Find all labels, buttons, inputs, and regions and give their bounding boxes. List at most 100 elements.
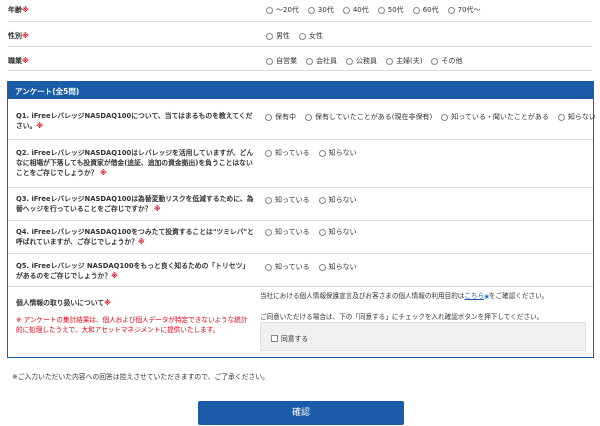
radio-option[interactable]: 知っている [265,195,310,205]
radio-button[interactable] [377,6,385,14]
confirm-button[interactable]: 確認 [198,401,404,425]
question-text: Q2. iFreeレバレッジNASDAQ100はレバレッジを活用していますが、ど… [16,149,254,177]
radio-button[interactable] [447,6,455,14]
radio-button[interactable] [266,57,273,65]
question-row-1: Q1. iFreeレバレッジNASDAQ100について、当てはまるものを教えてく… [8,105,596,140]
radio-button[interactable] [318,228,326,236]
radio-button[interactable] [265,228,272,236]
radio-button[interactable] [346,57,353,65]
radio-button[interactable] [386,57,393,65]
radio-label: 公務員 [356,57,377,65]
radio-label: 30代 [317,6,334,14]
radio-option[interactable]: その他 [431,56,462,66]
radio-option[interactable]: 知っている [265,227,310,237]
radio-label: 自営業 [276,57,297,65]
radio-label: その他 [441,57,463,65]
privacy-info: 当社における個人情報保護宣言及びお客さまの個人情報の利用目的はこちら▣をご確認く… [260,292,590,322]
radio-button[interactable] [305,113,312,121]
agree-checkbox[interactable] [271,334,278,342]
gender-row: 性別※ 男性 女性 [8,29,592,47]
radio-button[interactable] [412,6,420,14]
occupation-label: 職業 [8,57,22,65]
radio-label: 知らない [328,228,357,236]
radio-button[interactable] [306,57,313,65]
radio-button[interactable] [342,6,350,14]
radio-label: 60代 [422,6,439,14]
radio-button[interactable] [318,196,326,204]
radio-option[interactable]: 公務員 [346,56,377,66]
radio-button[interactable] [266,6,273,14]
radio-option[interactable]: 主婦(夫) [386,56,422,66]
question-text: Q3. iFreeレバレッジNASDAQ100は為替変動リスクを低減するために、… [16,195,254,213]
radio-option[interactable]: 知らない [557,112,596,122]
radio-button[interactable] [318,149,326,157]
radio-button[interactable] [265,196,272,204]
question-text: Q1. iFreeレバレッジNASDAQ100について、当てはまるものを教えてく… [16,112,253,130]
radio-option[interactable]: 60代 [412,5,439,15]
question-options-4: 知っている 知らない [265,227,366,237]
radio-option[interactable]: 〜20代 [266,5,299,15]
radio-option[interactable]: 30代 [307,5,334,15]
required-mark: ※ [99,169,107,177]
privacy-note: ※ アンケートの集計結果は、個人および個人データが特定できないような統計的に処理… [16,316,248,334]
radio-option[interactable]: 自営業 [266,56,297,66]
survey-title: アンケート(全5問) [8,82,593,99]
privacy-link[interactable]: こちら [464,292,484,300]
radio-button[interactable] [265,113,272,121]
question-options-5: 知っている 知らない [265,262,366,272]
radio-option[interactable]: 保有していたことがある(現在非保有) [305,112,432,122]
question-row-3: Q3. iFreeレバレッジNASDAQ100は為替変動リスクを低減するために、… [8,188,593,221]
question-options-2: 知っている 知らない [265,148,366,158]
agree-checkbox-label[interactable]: 同意する [271,333,308,343]
required-mark: ※ [22,6,29,14]
radio-option[interactable]: 男性 [266,31,290,41]
radio-label: 40代 [352,6,369,14]
radio-option[interactable]: 知らない [318,148,357,158]
radio-label: 会社員 [316,57,337,65]
radio-label: 知っている [275,196,310,204]
privacy-label: 個人情報の取り扱いについて [16,299,105,307]
required-mark: ※ [104,299,111,307]
radio-option[interactable]: 知らない [318,195,357,205]
required-mark: ※ [111,272,118,280]
radio-label: 女性 [309,32,323,40]
radio-button[interactable] [265,263,272,271]
radio-button[interactable] [266,32,273,40]
age-options: 〜20代 30代 40代 50代 60代 70代〜 [266,5,490,15]
radio-option[interactable]: 知っている [265,148,310,158]
radio-option[interactable]: 女性 [299,31,323,41]
radio-label: 知っている・聞いたことがある [451,113,549,121]
radio-button[interactable] [299,32,306,40]
radio-option[interactable]: 知らない [318,227,357,237]
radio-option[interactable]: 知っている [265,262,310,272]
radio-option[interactable]: 知っている・聞いたことがある [441,112,549,122]
radio-option[interactable]: 会社員 [306,56,337,66]
radio-option[interactable]: 40代 [342,5,369,15]
radio-label: 70代〜 [457,6,481,14]
radio-option[interactable]: 保有中 [265,112,296,122]
required-mark: ※ [153,205,161,213]
occupation-row: 職業※ 自営業 会社員 公務員 主婦(夫) その他 [8,54,592,71]
radio-label: 〜20代 [276,6,299,14]
radio-label: 主婦(夫) [396,57,423,65]
radio-button[interactable] [431,57,439,65]
privacy-text: 当社における個人情報保護宣言及びお客さまの個人情報の利用目的は [260,292,465,300]
radio-button[interactable] [307,6,315,14]
radio-button[interactable] [441,113,449,121]
radio-option[interactable]: 70代〜 [447,5,481,15]
privacy-instruction: ご同意いただける場合は、下の「同意する」にチェックを入れ確認ボタンを押下してくだ… [260,313,544,321]
radio-label: 50代 [387,6,404,14]
radio-label: 保有していたことがある(現在非保有) [315,113,433,121]
radio-button[interactable] [557,113,565,121]
radio-option[interactable]: 知らない [318,262,357,272]
radio-option[interactable]: 50代 [377,5,404,15]
question-row-2: Q2. iFreeレバレッジNASDAQ100はレバレッジを活用していますが、ど… [8,140,593,188]
radio-label: 知っている [275,263,310,271]
radio-label: 保有中 [275,113,296,121]
agree-label: 同意する [281,335,309,343]
age-label: 年齢 [8,6,22,14]
required-mark: ※ [36,122,43,130]
radio-button[interactable] [318,263,326,271]
question-options-1: 保有中 保有していたことがある(現在非保有) 知っている・聞いたことがある 知らない [265,112,600,122]
radio-button[interactable] [265,149,272,157]
